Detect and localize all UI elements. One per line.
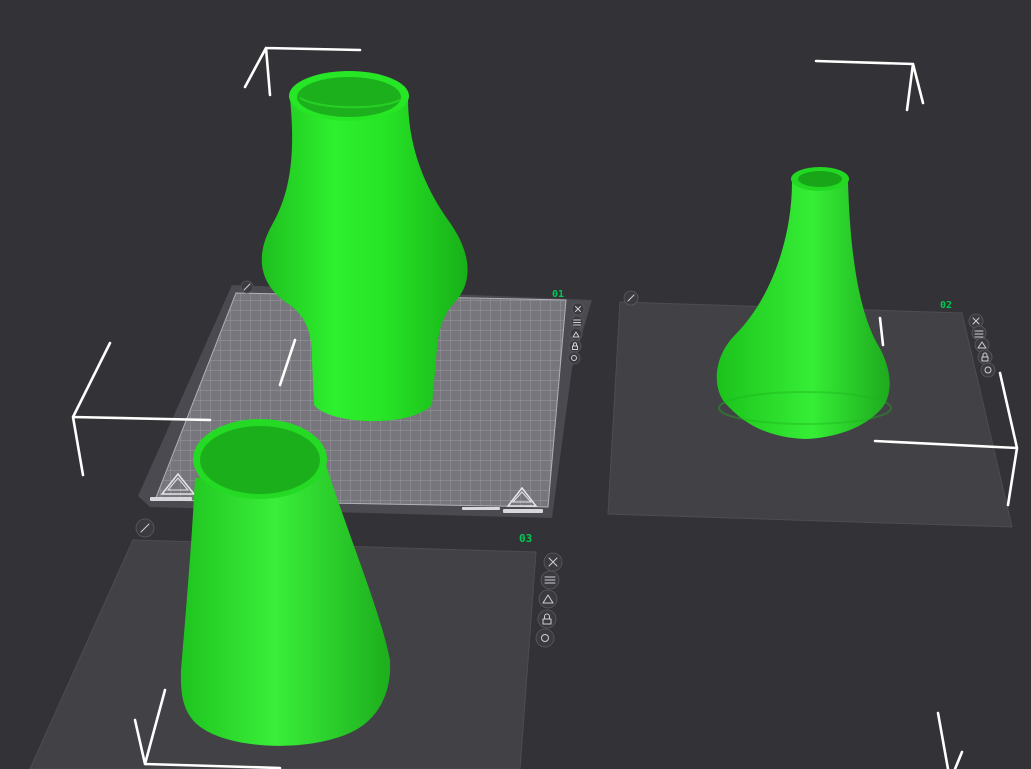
plate-01-edit-button[interactable] <box>240 280 254 294</box>
plate-03-lock-button[interactable] <box>537 609 557 629</box>
bbox-corner-6 <box>936 711 964 769</box>
plate-02-settings-button[interactable] <box>980 362 996 378</box>
plate-01-settings-button[interactable] <box>567 351 581 365</box>
plate-03-arrange-button[interactable] <box>540 570 560 590</box>
plate-03-orient-button[interactable] <box>538 589 558 609</box>
plate-03-edit-button[interactable] <box>135 518 155 538</box>
plate-02-edit-button[interactable] <box>623 290 639 306</box>
scene-canvas[interactable]: 02 03 01 <box>0 0 1031 769</box>
plate-02-label: 02 <box>940 300 952 311</box>
plate-01-orient-button[interactable] <box>569 327 583 341</box>
bbox-corner-2 <box>814 59 925 112</box>
plate-03-label: 03 <box>519 532 532 545</box>
plate-03-close-button[interactable] <box>543 552 563 572</box>
plate-01-arrange-button[interactable] <box>570 315 584 329</box>
plate-01-lock-button[interactable] <box>568 339 582 353</box>
plate-03-settings-button[interactable] <box>535 628 555 648</box>
plate-03-toolbar <box>535 552 563 648</box>
plate-01-close-button[interactable] <box>571 302 585 316</box>
vase-2[interactable] <box>716 167 892 439</box>
plate-02-lock-button[interactable] <box>977 349 993 365</box>
3d-viewport[interactable]: 02 03 01 <box>0 0 1031 769</box>
plate-01-label: 01 <box>552 289 564 300</box>
